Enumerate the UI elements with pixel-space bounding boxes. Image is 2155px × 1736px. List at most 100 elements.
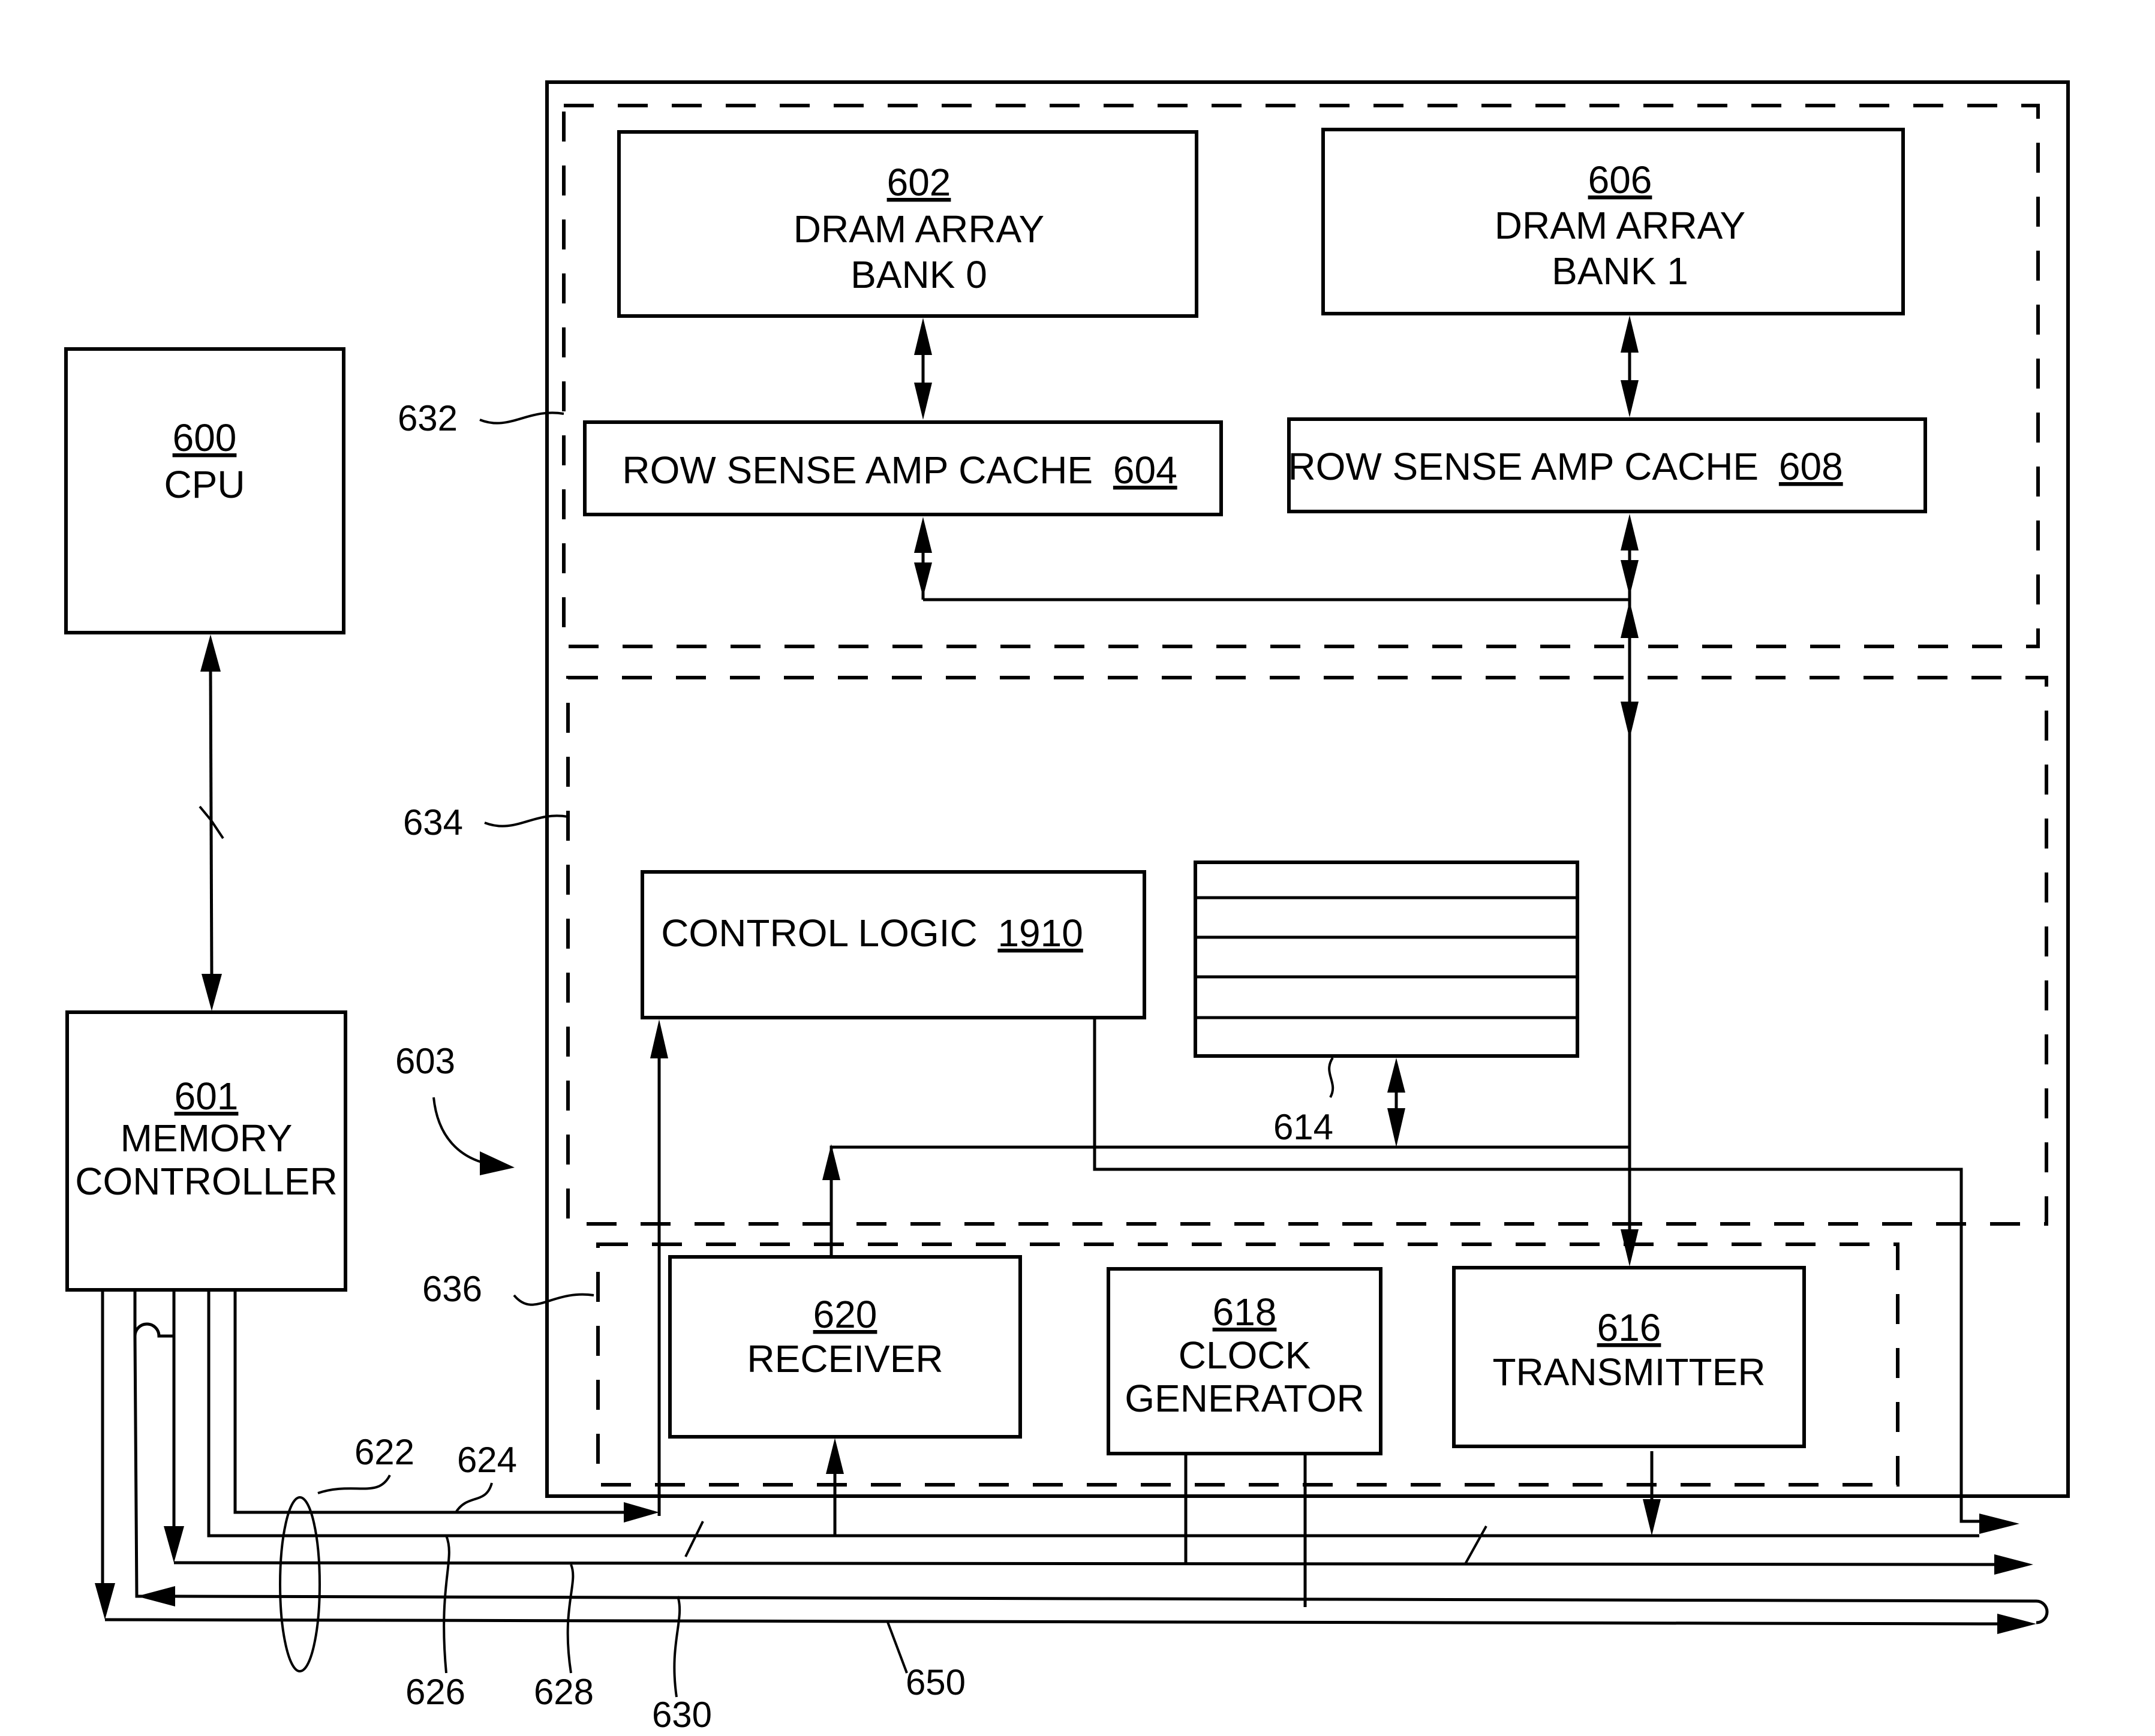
arrowhead-down-icon bbox=[202, 974, 222, 1011]
receiver-internal-bus bbox=[829, 1145, 1630, 1257]
cpu-ref: 600 bbox=[173, 416, 237, 459]
arrowhead-down-icon bbox=[1621, 560, 1639, 596]
row-cache-604-label: ROW SENSE AMP CACHE 604 bbox=[622, 449, 1177, 492]
ref-636-label: 636 bbox=[422, 1269, 482, 1309]
line-628 bbox=[173, 1561, 1995, 1566]
arrowhead-right-icon bbox=[1994, 1554, 2033, 1575]
arrowhead-down-icon bbox=[1387, 1108, 1405, 1147]
row-cache-608-ref: 608 bbox=[1779, 445, 1843, 488]
row-cache-604-text: ROW SENSE AMP CACHE bbox=[622, 449, 1093, 492]
arrowhead-right-icon bbox=[480, 1151, 515, 1175]
ref-632-label: 632 bbox=[398, 398, 458, 438]
arrowhead-left-icon bbox=[137, 1586, 175, 1606]
ref-603-label: 603 bbox=[395, 1041, 455, 1081]
arrowhead-right-icon bbox=[1997, 1614, 2036, 1634]
arrowhead-up-icon bbox=[914, 517, 932, 553]
memory-controller-label-line1: MEMORY bbox=[121, 1117, 293, 1160]
arrowhead-up-icon bbox=[650, 1019, 668, 1058]
cache1-bus-link bbox=[1621, 514, 1639, 600]
dram-bank-1-line2: BANK 1 bbox=[1552, 249, 1688, 293]
line-624 bbox=[233, 1290, 624, 1514]
arrowhead-down-icon bbox=[164, 1526, 184, 1563]
ref-636-leader bbox=[513, 1293, 594, 1306]
arrowhead-right-icon bbox=[624, 1502, 659, 1523]
arrowhead-up-icon bbox=[1621, 601, 1639, 638]
receiver-label: RECEIVER bbox=[747, 1337, 943, 1380]
arrowhead-up-icon bbox=[822, 1144, 840, 1180]
transmitter-ref: 616 bbox=[1597, 1306, 1661, 1349]
arrowhead-up-icon bbox=[200, 634, 221, 672]
transmitter-block: 616 TRANSMITTER bbox=[1452, 1266, 1806, 1448]
ref-634-leader bbox=[484, 814, 569, 828]
dram-bank-0-line2: BANK 0 bbox=[850, 253, 987, 296]
row-cache-608-label: ROW SENSE AMP CACHE 608 bbox=[1288, 445, 1843, 488]
line-650 bbox=[104, 1618, 1998, 1626]
memory-controller-block: 601 MEMORY CONTROLLER bbox=[65, 1010, 347, 1292]
arrowhead-down-icon bbox=[1621, 702, 1639, 739]
cache0-bus-link bbox=[914, 517, 932, 600]
register-file-614: 624 614 bbox=[1194, 861, 1579, 1147]
memory-controller-label-line2: CONTROLLER bbox=[75, 1160, 337, 1203]
control-logic-text: CONTROL LOGIC bbox=[661, 911, 977, 955]
ref-603-leader bbox=[432, 1097, 486, 1165]
arrowhead-up-icon bbox=[914, 318, 932, 355]
dram-bank-0-ref: 602 bbox=[887, 161, 951, 204]
receiver-block: 620 RECEIVER bbox=[668, 1255, 1022, 1439]
line-630 bbox=[175, 1594, 2049, 1624]
dram-bank-1-ref: 606 bbox=[1588, 158, 1652, 201]
main-vertical-bus bbox=[1621, 600, 1639, 1266]
cpu-label: CPU bbox=[164, 463, 245, 506]
arrowhead-down-icon bbox=[1621, 380, 1639, 417]
ref-630-label: 630 bbox=[652, 1695, 712, 1735]
receiver-ref: 620 bbox=[813, 1293, 877, 1336]
ref-650-label: 650 bbox=[906, 1662, 966, 1702]
control-logic-ref: 1910 bbox=[997, 911, 1083, 955]
ref-614-label-text: 614 bbox=[1273, 1107, 1333, 1147]
ref-622-leader bbox=[317, 1475, 391, 1494]
ref-634-label: 634 bbox=[403, 802, 463, 843]
bus-width-slash-icon bbox=[684, 1521, 704, 1557]
channel-group-ellipse bbox=[279, 1496, 321, 1672]
clock-generator-ref: 618 bbox=[1213, 1290, 1277, 1334]
clock-generator-line1: CLOCK bbox=[1179, 1334, 1311, 1377]
bank1-cache-link bbox=[1621, 315, 1639, 417]
register-file-box bbox=[1194, 861, 1579, 1058]
ref-630-leader bbox=[673, 1596, 681, 1698]
arrowhead-down-icon bbox=[914, 562, 932, 597]
row-cache-608-text: ROW SENSE AMP CACHE bbox=[1288, 445, 1759, 488]
cpu-memctrl-bus bbox=[199, 634, 224, 1011]
dram-bank-0-block: 602 DRAM ARRAY BANK 0 bbox=[617, 130, 1198, 318]
ref-628-label: 628 bbox=[534, 1672, 594, 1712]
ref-628-leader bbox=[566, 1564, 575, 1674]
row-cache-608-block: ROW SENSE AMP CACHE 608 bbox=[1287, 417, 1927, 513]
arrowhead-down-icon bbox=[1621, 1229, 1639, 1266]
clock-generator-line2: GENERATOR bbox=[1125, 1377, 1364, 1420]
arrowhead-up-icon bbox=[1387, 1058, 1405, 1093]
dram-bank-0-line1: DRAM ARRAY bbox=[794, 207, 1044, 251]
memory-controller-ref: 601 bbox=[175, 1075, 239, 1118]
arrowhead-right-icon bbox=[1979, 1514, 2019, 1534]
ref-614-leader bbox=[1328, 1057, 1335, 1098]
transmitter-label: TRANSMITTER bbox=[1492, 1350, 1765, 1394]
patent-figure: 600 CPU 601 MEMORY CONTROLLER 602 DRAM A… bbox=[64, 80, 2070, 1735]
arrowhead-up-icon bbox=[826, 1438, 844, 1474]
arrowhead-up-icon bbox=[1621, 315, 1639, 353]
control-logic-block: CONTROL LOGIC 1910 bbox=[641, 870, 1146, 1019]
bank0-cache-link bbox=[914, 318, 932, 420]
row-cache-604-ref: 604 bbox=[1113, 449, 1177, 492]
cpu-block: 600 CPU bbox=[64, 347, 345, 634]
ref-622-label: 622 bbox=[354, 1432, 414, 1472]
clock-generator-block: 618 CLOCK GENERATOR bbox=[1107, 1267, 1382, 1455]
arrowhead-up-icon bbox=[1621, 514, 1639, 550]
ref-626-leader bbox=[443, 1535, 450, 1674]
dram-bank-1-block: 606 DRAM ARRAY BANK 1 bbox=[1321, 128, 1905, 315]
ref-626-label: 626 bbox=[405, 1672, 465, 1712]
ref-624-label: 624 bbox=[457, 1440, 517, 1480]
bus-width-slash-icon bbox=[1464, 1526, 1487, 1564]
row-cache-604-block: ROW SENSE AMP CACHE 604 bbox=[583, 420, 1223, 516]
arrowhead-down-icon bbox=[95, 1583, 115, 1620]
control-logic-label: CONTROL LOGIC 1910 bbox=[661, 911, 1083, 955]
ref-624-leader bbox=[455, 1482, 493, 1514]
line-630-crossover bbox=[133, 1290, 174, 1338]
arrowhead-down-icon bbox=[914, 383, 932, 420]
